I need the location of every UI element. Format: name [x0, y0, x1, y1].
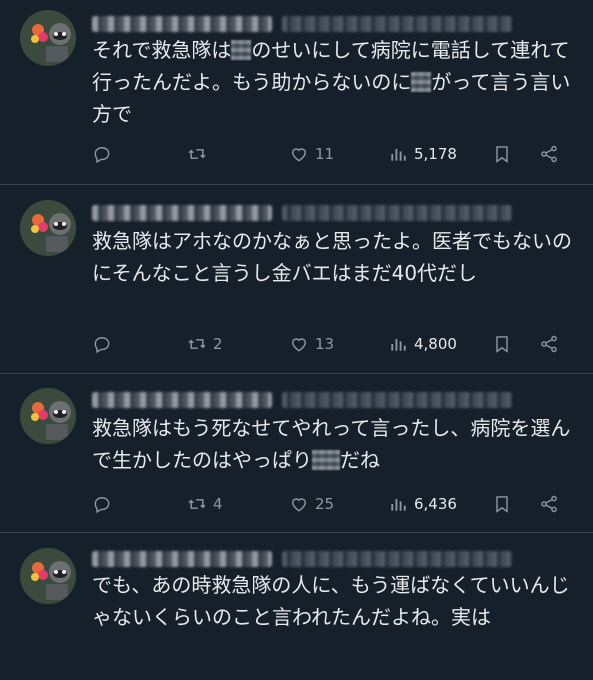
retweet-button[interactable] — [187, 144, 213, 164]
action-bar: 11 5,178 — [92, 142, 572, 166]
views-count: 6,436 — [414, 495, 457, 513]
share-button[interactable] — [539, 334, 559, 354]
bookmark-icon — [496, 336, 508, 353]
handle-redacted — [282, 551, 512, 567]
censored-text — [312, 450, 340, 470]
like-button[interactable]: 13 — [289, 334, 334, 354]
action-bar: 4 25 6,436 — [92, 492, 572, 516]
tweet-4[interactable]: でも、あの時救急隊の人に、もう運ばなくていいんじゃないくらいのこと言われたんだよ… — [0, 533, 593, 680]
reply-button[interactable] — [92, 144, 118, 164]
avatar-image — [20, 200, 76, 256]
avatar[interactable] — [20, 200, 76, 256]
tweet-3[interactable]: 救急隊はもう死なせてやれって言ったし、病院を選んで生かしたのはやっぱり だね 4 … — [0, 374, 593, 533]
tweet-header — [92, 203, 512, 223]
share-button[interactable] — [539, 494, 559, 514]
views-button[interactable]: 4,800 — [388, 334, 457, 354]
censored-text — [411, 72, 432, 92]
like-button[interactable]: 25 — [289, 494, 334, 514]
tweet-text: でも、あの時救急隊の人に、もう運ばなくていいんじゃないくらいのこと言われたんだよ… — [92, 573, 570, 629]
handle-redacted — [282, 16, 512, 32]
bookmark-button[interactable] — [492, 334, 512, 354]
heart-icon — [292, 498, 306, 512]
avatar[interactable] — [20, 548, 76, 604]
retweet-icon — [188, 149, 206, 159]
avatar-image — [20, 10, 76, 66]
tweet-text: それで救急隊は のせいにして病院に電話して連れて行ったんだよ。もう助からないのにが… — [92, 38, 571, 126]
reply-icon — [94, 337, 110, 354]
share-icon — [541, 495, 557, 513]
retweet-icon — [188, 339, 206, 349]
display-name-redacted — [92, 551, 272, 567]
views-button[interactable]: 6,436 — [388, 494, 457, 514]
handle-redacted — [282, 205, 512, 221]
share-icon — [541, 335, 557, 353]
like-count: 13 — [315, 335, 335, 353]
heart-icon — [292, 338, 306, 352]
like-button[interactable]: 11 — [289, 144, 334, 164]
share-button[interactable] — [539, 144, 559, 164]
share-icon — [541, 145, 557, 163]
reply-button[interactable] — [92, 334, 118, 354]
tweet-1[interactable]: それで救急隊は のせいにして病院に電話して連れて行ったんだよ。もう助からないのにが… — [0, 0, 593, 185]
like-count: 25 — [315, 495, 335, 513]
views-count: 5,178 — [414, 145, 457, 163]
reply-button[interactable] — [92, 494, 118, 514]
tweet-2[interactable]: 救急隊はアホなのかなぁと思ったよ。医者でもないのにそんなこと言うし金バエはまだ4… — [0, 185, 593, 374]
views-icon — [391, 149, 406, 161]
retweet-count: 2 — [213, 335, 223, 353]
like-count: 11 — [315, 145, 335, 163]
retweet-count: 4 — [213, 495, 223, 513]
views-count: 4,800 — [414, 335, 457, 353]
views-icon — [391, 499, 406, 511]
bookmark-button[interactable] — [492, 494, 512, 514]
avatar[interactable] — [20, 10, 76, 66]
tweet-header — [92, 549, 512, 569]
tweet-header — [92, 390, 512, 410]
display-name-redacted — [92, 16, 272, 32]
retweet-button[interactable]: 2 — [187, 334, 223, 354]
display-name-redacted — [92, 392, 272, 408]
reply-icon — [94, 497, 110, 514]
reply-icon — [94, 147, 110, 164]
avatar-image — [20, 388, 76, 444]
views-button[interactable]: 5,178 — [388, 144, 457, 164]
bookmark-icon — [496, 146, 508, 163]
tweet-text: 救急隊はもう死なせてやれって言ったし、病院を選んで生かしたのはやっぱり だね — [92, 416, 571, 472]
retweet-icon — [188, 499, 206, 509]
tweet-text: 救急隊はアホなのかなぁと思ったよ。医者でもないのにそんなこと言うし金バエはまだ4… — [92, 229, 572, 285]
avatar-image — [20, 548, 76, 604]
views-icon — [391, 339, 406, 351]
heart-icon — [292, 148, 306, 162]
avatar[interactable] — [20, 388, 76, 444]
display-name-redacted — [92, 205, 272, 221]
bookmark-icon — [496, 496, 508, 513]
handle-redacted — [282, 392, 512, 408]
censored-text — [231, 40, 252, 60]
action-bar: 2 13 4,800 — [92, 332, 572, 356]
tweet-header — [92, 14, 512, 34]
retweet-button[interactable]: 4 — [187, 494, 223, 514]
bookmark-button[interactable] — [492, 144, 512, 164]
